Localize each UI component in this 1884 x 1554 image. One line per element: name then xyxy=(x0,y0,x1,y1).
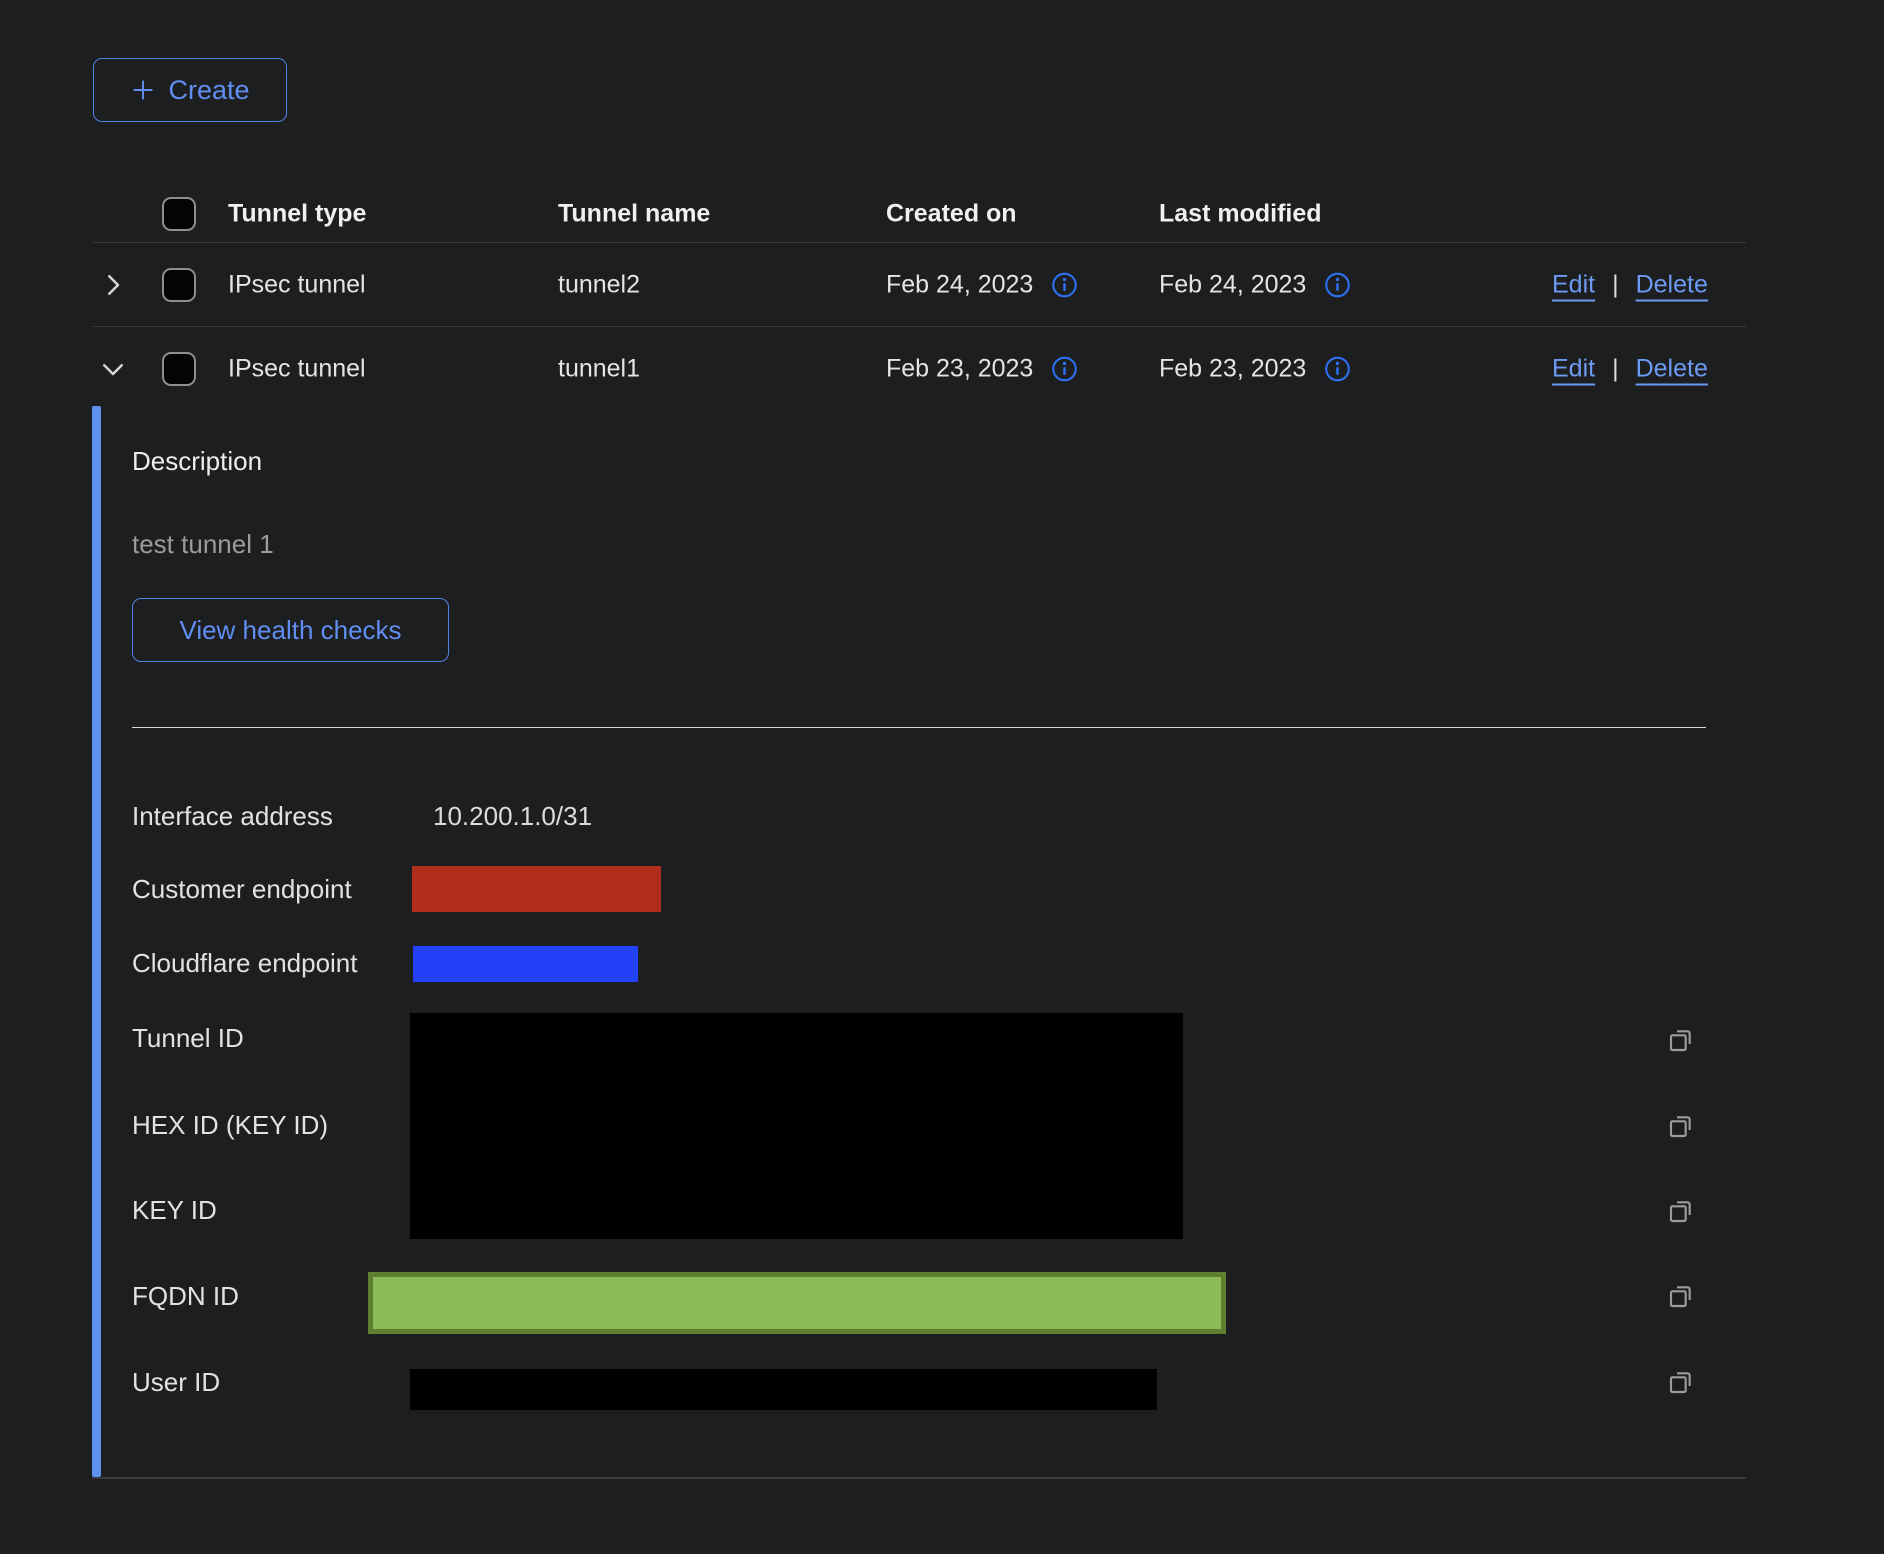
copy-icon xyxy=(1665,1195,1697,1227)
tunnel-name-cell: tunnel2 xyxy=(558,270,640,299)
info-icon[interactable] xyxy=(1324,271,1351,298)
row-checkbox-tunnel1[interactable] xyxy=(162,352,196,386)
edit-link[interactable]: Edit xyxy=(1552,354,1595,383)
view-health-checks-label: View health checks xyxy=(179,615,401,646)
copy-key-id-button[interactable] xyxy=(1664,1194,1698,1228)
table-bottom-divider xyxy=(92,1477,1746,1479)
column-header-tunnel-name: Tunnel name xyxy=(558,199,710,228)
copy-user-id-button[interactable] xyxy=(1664,1365,1698,1399)
cloudflare-endpoint-redaction xyxy=(413,946,638,982)
copy-icon xyxy=(1665,1110,1697,1142)
info-icon[interactable] xyxy=(1051,271,1078,298)
delete-link[interactable]: Delete xyxy=(1636,270,1708,299)
column-header-created-on: Created on xyxy=(886,199,1017,228)
edit-link[interactable]: Edit xyxy=(1552,270,1595,299)
chevron-down-icon[interactable] xyxy=(95,351,131,387)
column-header-tunnel-type: Tunnel type xyxy=(228,199,366,228)
copy-icon xyxy=(1665,1366,1697,1398)
copy-fqdn-id-button[interactable] xyxy=(1664,1279,1698,1313)
create-button-label: Create xyxy=(168,75,249,106)
delete-link[interactable]: Delete xyxy=(1636,354,1708,383)
select-all-checkbox[interactable] xyxy=(162,197,196,231)
copy-tunnel-id-button[interactable] xyxy=(1664,1023,1698,1057)
last-modified-cell: Feb 23, 2023 xyxy=(1159,354,1351,383)
fqdn-id-label: FQDN ID xyxy=(132,1280,239,1312)
copy-icon xyxy=(1665,1024,1697,1056)
fqdn-id-redaction xyxy=(368,1272,1226,1334)
table-header: Tunnel type Tunnel name Created on Last … xyxy=(93,185,1746,243)
description-label: Description xyxy=(132,445,262,477)
customer-endpoint-redaction xyxy=(412,866,661,912)
tunnel-name-cell: tunnel1 xyxy=(558,354,640,383)
link-separator: | xyxy=(1612,354,1619,383)
tunnel-id-label: Tunnel ID xyxy=(132,1022,244,1054)
user-id-label: User ID xyxy=(132,1366,220,1398)
view-health-checks-button[interactable]: View health checks xyxy=(132,598,449,662)
plus-icon xyxy=(130,77,156,103)
last-modified-cell: Feb 24, 2023 xyxy=(1159,270,1351,299)
expanded-row-accent-bar xyxy=(92,406,101,1477)
last-modified-value: Feb 23, 2023 xyxy=(1159,354,1306,383)
last-modified-value: Feb 24, 2023 xyxy=(1159,270,1306,299)
copy-icon xyxy=(1665,1280,1697,1312)
hex-id-label: HEX ID (KEY ID) xyxy=(132,1109,328,1141)
tunnel-type-cell: IPsec tunnel xyxy=(228,354,366,383)
chevron-right-icon[interactable] xyxy=(95,267,131,303)
info-icon[interactable] xyxy=(1051,355,1078,382)
row-actions: Edit | Delete xyxy=(1552,354,1708,383)
ipsec-tunnels-screen: Create Tunnel type Tunnel name Created o… xyxy=(0,0,1884,1554)
column-header-last-modified: Last modified xyxy=(1159,199,1322,228)
user-id-redaction xyxy=(410,1369,1157,1410)
row-checkbox-tunnel2[interactable] xyxy=(162,268,196,302)
created-on-cell: Feb 23, 2023 xyxy=(886,354,1078,383)
info-icon[interactable] xyxy=(1324,355,1351,382)
created-on-cell: Feb 24, 2023 xyxy=(886,270,1078,299)
cloudflare-endpoint-label: Cloudflare endpoint xyxy=(132,947,358,979)
row-actions: Edit | Delete xyxy=(1552,270,1708,299)
customer-endpoint-label: Customer endpoint xyxy=(132,873,352,905)
created-on-value: Feb 23, 2023 xyxy=(886,354,1033,383)
link-separator: | xyxy=(1612,270,1619,299)
section-divider xyxy=(132,727,1706,728)
table-row-tunnel2: IPsec tunnel tunnel2 Feb 24, 2023 Feb 24… xyxy=(93,243,1746,327)
copy-hex-id-button[interactable] xyxy=(1664,1109,1698,1143)
tunnel-type-cell: IPsec tunnel xyxy=(228,270,366,299)
interface-address-value: 10.200.1.0/31 xyxy=(433,800,592,832)
create-button[interactable]: Create xyxy=(93,58,287,122)
interface-address-label: Interface address xyxy=(132,800,333,832)
table-row-tunnel1: IPsec tunnel tunnel1 Feb 23, 2023 Feb 23… xyxy=(93,327,1746,410)
ids-redaction-block xyxy=(410,1013,1183,1239)
description-text: test tunnel 1 xyxy=(132,528,274,560)
created-on-value: Feb 24, 2023 xyxy=(886,270,1033,299)
key-id-label: KEY ID xyxy=(132,1194,217,1226)
